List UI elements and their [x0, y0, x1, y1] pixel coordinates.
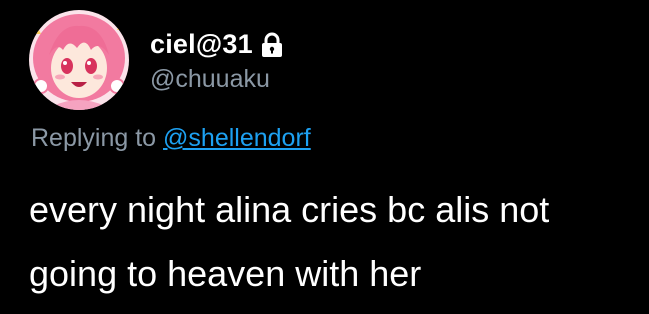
anime-avatar-icon — [29, 10, 129, 110]
avatar[interactable] — [29, 10, 129, 110]
handle[interactable]: @chuuaku — [150, 65, 283, 94]
display-name-row: ciel@31 — [150, 27, 283, 63]
replying-to-label: Replying to — [31, 124, 157, 152]
display-name[interactable]: ciel@31 — [150, 29, 253, 60]
replying-to: Replying to @shellendorf — [31, 124, 311, 153]
tweet-text-line: going to heaven with her — [29, 253, 422, 294]
tweet[interactable]: ciel@31 @chuuaku Replying to @shellendor… — [0, 0, 649, 314]
lock-icon — [261, 32, 283, 58]
reply-mention-link[interactable]: @shellendorf — [163, 124, 311, 152]
author-names: ciel@31 @chuuaku — [150, 27, 283, 94]
tweet-text-line: every night alina cries bc alis not — [29, 189, 550, 230]
tweet-text: every night alina cries bc alis not goin… — [29, 178, 639, 306]
tweet-header: ciel@31 @chuuaku — [29, 10, 283, 110]
